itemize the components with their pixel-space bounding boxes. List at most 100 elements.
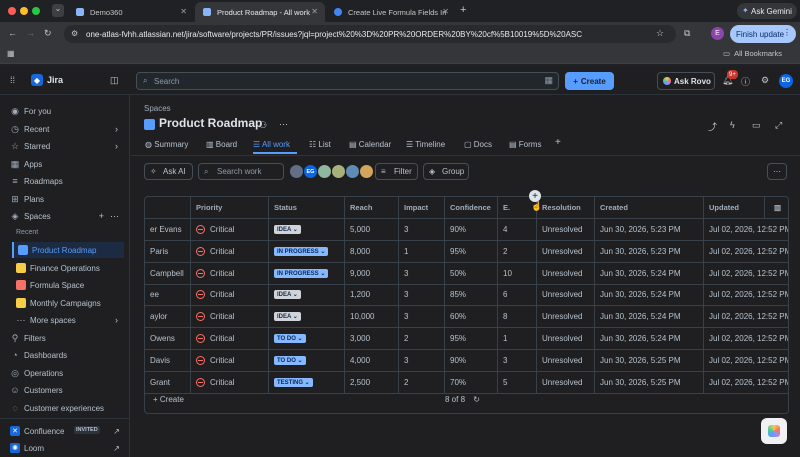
tab-all-work[interactable]: ☰ All work [253, 140, 290, 149]
more-horizontal-icon[interactable]: ⋯ [110, 211, 119, 222]
avatar-user[interactable] [318, 165, 331, 178]
avatar-unassigned[interactable] [290, 165, 303, 178]
sidebar-item-spaces[interactable]: ◈ Spaces + ⋯ [4, 208, 124, 224]
status-badge[interactable]: IN PROGRESS ⌄ [274, 246, 329, 256]
help-icon[interactable]: ⓘ [741, 75, 750, 88]
cell-name[interactable]: Grant [145, 371, 191, 394]
close-tab-icon[interactable]: ✕ [180, 7, 187, 16]
search-work-input[interactable]: ⌕ Search work [198, 163, 284, 180]
fullscreen-icon[interactable]: ⤢ [775, 120, 782, 131]
avatar-user[interactable] [332, 165, 345, 178]
sidebar-item-plans[interactable]: ⊞ Plans [4, 191, 124, 207]
cell-priority[interactable]: Critical [191, 284, 269, 307]
sidebar-more-spaces[interactable]: ⋯ More spaces › [12, 312, 124, 328]
cell-name[interactable]: er Evans [145, 219, 191, 241]
tab-list[interactable]: ☷ List [309, 140, 331, 149]
tab-calendar[interactable]: ▤ Calendar [349, 140, 391, 149]
refresh-icon[interactable]: ↻ [473, 395, 480, 404]
cell-status[interactable]: TO DO ⌄ [269, 328, 345, 350]
cell-name[interactable]: aylor [145, 306, 191, 329]
tab-summary[interactable]: ◍ Summary [145, 140, 188, 149]
cell-name[interactable]: Campbell [145, 262, 191, 285]
tab-board[interactable]: ▥ Board [206, 140, 237, 149]
sidebar-toggle-icon[interactable]: ◫ [110, 75, 119, 86]
avatar-user[interactable] [360, 165, 373, 178]
column-header-created[interactable]: Created [595, 197, 704, 219]
breadcrumb[interactable]: Spaces [144, 104, 171, 113]
maximize-window-button[interactable] [32, 7, 40, 15]
automation-icon[interactable]: ϟ [730, 120, 735, 130]
filter-button[interactable]: ≡ Filter [375, 163, 418, 180]
sidebar-item-apps[interactable]: ▦ Apps [4, 156, 124, 172]
team-icon[interactable]: ⚇ [259, 120, 267, 131]
tab-forms[interactable]: ▤ Forms [509, 140, 541, 149]
sidebar-item-for-you[interactable]: ◉ For you [4, 103, 124, 119]
url-field[interactable]: ⚙ one-atlas-fvhh.atlassian.net/jira/soft… [64, 25, 676, 43]
status-badge[interactable]: IDEA ⌄ [274, 290, 301, 300]
sidebar-space-monthly-campaigns[interactable]: Monthly Campaigns [12, 295, 124, 311]
app-switcher-icon[interactable]: ⁞⁞ [10, 75, 15, 85]
avatar-eg[interactable]: EG [304, 165, 317, 178]
finish-update-button[interactable]: Finish update ⋮ [730, 25, 796, 43]
group-button[interactable]: ◈ Group [423, 163, 469, 180]
sidebar-item-customer-experiences[interactable]: ◌ Customer experiences [4, 400, 124, 416]
add-space-icon[interactable]: + [99, 211, 104, 221]
new-tab-icon[interactable]: + [460, 4, 466, 16]
profile-avatar[interactable]: E [711, 27, 724, 40]
share-icon[interactable]: ⤴ [708, 120, 717, 133]
cell-priority[interactable]: Critical [191, 240, 269, 263]
avatar-user[interactable] [346, 165, 359, 178]
cell-priority[interactable]: Critical [191, 328, 269, 350]
cell-status[interactable]: TO DO ⌄ [269, 349, 345, 372]
user-avatar[interactable]: EG [779, 74, 793, 88]
site-settings-icon[interactable]: ⚙ [71, 29, 78, 38]
cell-name[interactable]: Paris [145, 240, 191, 263]
sidebar-space-finance-operations[interactable]: Finance Operations [12, 260, 124, 276]
minimize-window-button[interactable] [20, 7, 28, 15]
forward-icon[interactable]: → [26, 28, 35, 38]
bookmark-star-icon[interactable]: ☆ [656, 28, 664, 39]
sidebar-item-confluence[interactable]: ✕ Confluence INVITED ↗ [4, 423, 124, 439]
search-filter-icon[interactable]: ▦ [544, 75, 553, 86]
close-window-button[interactable] [8, 7, 16, 15]
global-search-input[interactable]: ⌕ Search ▦ [136, 72, 559, 90]
status-badge[interactable]: IN PROGRESS ⌄ [274, 268, 329, 278]
cell-name[interactable]: ee [145, 284, 191, 307]
tab-timeline[interactable]: ☰ Timeline [406, 140, 445, 149]
column-header-status[interactable]: Status [269, 197, 345, 219]
cell-status[interactable]: IDEA ⌄ [269, 284, 345, 307]
column-header-priority[interactable]: Priority [191, 197, 269, 219]
sidebar-item-filters[interactable]: ⚲ Filters [4, 330, 124, 346]
ask-rovo-button[interactable]: Ask Rovo [657, 72, 715, 90]
apps-grid-icon[interactable]: ▦ [7, 49, 15, 58]
status-badge[interactable]: TESTING ⌄ [274, 377, 313, 387]
column-header-resolution[interactable]: Resolution [537, 197, 595, 219]
status-badge[interactable]: IDEA ⌄ [274, 225, 301, 234]
column-header-reach[interactable]: Reach [345, 197, 399, 219]
close-tab-icon[interactable]: ✕ [442, 7, 449, 16]
sidebar-item-roadmaps[interactable]: ≡ Roadmaps [4, 173, 124, 189]
browser-tab-live-formula[interactable]: Create Live Formula Fields In ✕ [326, 2, 456, 22]
back-icon[interactable]: ← [8, 28, 17, 38]
extensions-icon[interactable]: ⧉ [684, 28, 690, 39]
cell-status[interactable]: IN PROGRESS ⌄ [269, 262, 345, 285]
cell-priority[interactable]: Critical [191, 371, 269, 394]
tab-docs[interactable]: ▢ Docs [464, 140, 492, 149]
sidebar-space-formula-space[interactable]: Formula Space [12, 277, 124, 293]
column-settings-icon[interactable]: ▥ [764, 197, 788, 219]
create-row-button[interactable]: + Create [153, 395, 184, 404]
cell-priority[interactable]: Critical [191, 219, 269, 241]
column-header-updated[interactable]: Updated [704, 197, 764, 219]
status-badge[interactable]: IDEA ⌄ [274, 312, 301, 322]
browser-tab-product-roadmap[interactable]: Product Roadmap - All work ✕ [195, 2, 325, 22]
create-button[interactable]: + Create [565, 72, 614, 90]
status-badge[interactable]: TO DO ⌄ [274, 355, 306, 365]
sidebar-item-recent[interactable]: ◷ Recent › [4, 121, 124, 137]
ask-ai-button[interactable]: ✧ Ask AI [144, 163, 193, 180]
ask-gemini-button[interactable]: ✦ Ask Gemini [737, 3, 797, 19]
column-header-summary[interactable] [145, 197, 191, 219]
browser-tab-demo360[interactable]: Demo360 ✕ [68, 2, 194, 22]
cell-priority[interactable]: Critical [191, 306, 269, 329]
status-badge[interactable]: TO DO ⌄ [274, 334, 306, 343]
cell-name[interactable]: Owens [145, 328, 191, 350]
